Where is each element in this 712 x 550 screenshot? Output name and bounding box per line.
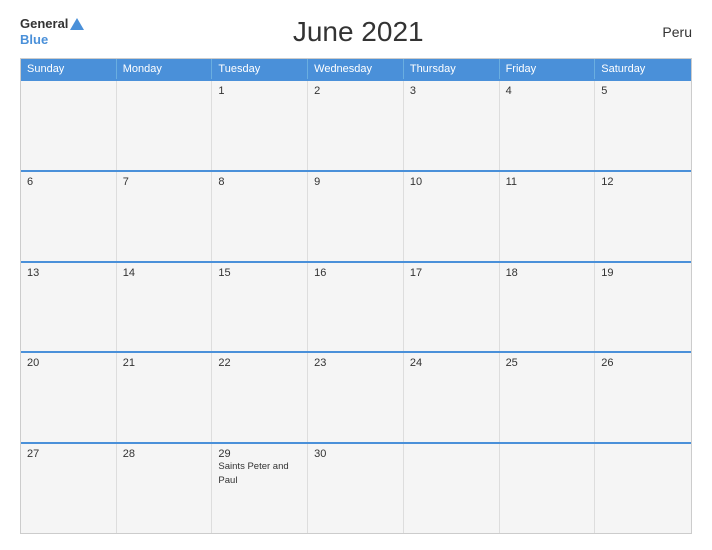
cell-2-1: 14 (117, 263, 213, 352)
logo-blue-text: Blue (20, 32, 84, 48)
cell-0-2: 1 (212, 81, 308, 170)
cell-2-5: 18 (500, 263, 596, 352)
calendar-title: June 2021 (84, 16, 632, 48)
cell-number-2-4: 17 (410, 267, 493, 279)
logo-general: General (20, 16, 84, 32)
weeks-container: 1234567891011121314151617181920212223242… (21, 79, 691, 533)
cell-number-2-6: 19 (601, 267, 685, 279)
header-saturday: Saturday (595, 59, 691, 79)
cell-3-2: 22 (212, 353, 308, 442)
cell-number-3-0: 20 (27, 357, 110, 369)
cell-number-2-0: 13 (27, 267, 110, 279)
cell-2-0: 13 (21, 263, 117, 352)
cell-4-4 (404, 444, 500, 533)
cell-0-0 (21, 81, 117, 170)
cell-number-3-3: 23 (314, 357, 397, 369)
cell-0-3: 2 (308, 81, 404, 170)
cell-4-6 (595, 444, 691, 533)
cell-2-6: 19 (595, 263, 691, 352)
cell-2-3: 16 (308, 263, 404, 352)
week-row-2: 13 14 15 16 17 18 19 (21, 261, 691, 352)
cell-number-0-4: 3 (410, 85, 493, 97)
cell-number-3-1: 21 (123, 357, 206, 369)
header-monday: Monday (117, 59, 213, 79)
cell-2-2: 15 (212, 263, 308, 352)
country-label: Peru (632, 24, 692, 40)
cell-0-1 (117, 81, 213, 170)
cell-number-1-5: 11 (506, 176, 589, 188)
cell-1-2: 8 (212, 172, 308, 261)
cell-number-0-6: 5 (601, 85, 685, 97)
cell-4-0: 27 (21, 444, 117, 533)
cell-number-1-1: 7 (123, 176, 206, 188)
week-row-0: 1 2 3 45 (21, 79, 691, 170)
logo: General Blue (20, 16, 84, 47)
cell-2-4: 17 (404, 263, 500, 352)
cell-3-5: 25 (500, 353, 596, 442)
week-row-1: 6 78 9 10 11 12 (21, 170, 691, 261)
cell-4-3: 30 (308, 444, 404, 533)
cell-number-1-2: 8 (218, 176, 301, 188)
header-friday: Friday (500, 59, 596, 79)
cell-3-6: 26 (595, 353, 691, 442)
cell-1-4: 10 (404, 172, 500, 261)
cell-number-3-5: 25 (506, 357, 589, 369)
cell-number-3-4: 24 (410, 357, 493, 369)
header-thursday: Thursday (404, 59, 500, 79)
cell-3-1: 21 (117, 353, 213, 442)
logo-triangle-icon (70, 18, 84, 30)
cell-3-3: 23 (308, 353, 404, 442)
cell-0-4: 3 (404, 81, 500, 170)
cell-number-0-2: 1 (218, 85, 301, 97)
cell-number-3-2: 22 (218, 357, 301, 369)
week-row-3: 20 21 22 23 24 25 26 (21, 351, 691, 442)
cell-3-4: 24 (404, 353, 500, 442)
header-wednesday: Wednesday (308, 59, 404, 79)
cell-number-2-5: 18 (506, 267, 589, 279)
cell-3-0: 20 (21, 353, 117, 442)
week-row-4: 27 28 29Saints Peter and Paul 30 (21, 442, 691, 533)
cell-number-4-1: 28 (123, 448, 206, 460)
cell-number-4-3: 30 (314, 448, 397, 460)
cell-0-6: 5 (595, 81, 691, 170)
cell-1-1: 7 (117, 172, 213, 261)
cell-1-0: 6 (21, 172, 117, 261)
cell-number-2-1: 14 (123, 267, 206, 279)
cell-number-3-6: 26 (601, 357, 685, 369)
cell-number-4-2: 29 (218, 448, 301, 460)
cell-4-2: 29Saints Peter and Paul (212, 444, 308, 533)
logo-general-text: General (20, 16, 68, 32)
cell-1-3: 9 (308, 172, 404, 261)
cell-number-2-3: 16 (314, 267, 397, 279)
cell-number-2-2: 15 (218, 267, 301, 279)
header-tuesday: Tuesday (212, 59, 308, 79)
cell-1-5: 11 (500, 172, 596, 261)
cell-number-1-4: 10 (410, 176, 493, 188)
cell-number-1-6: 12 (601, 176, 685, 188)
day-headers-row: Sunday Monday Tuesday Wednesday Thursday… (21, 59, 691, 79)
cell-number-1-3: 9 (314, 176, 397, 188)
cell-event-4-2: Saints Peter and Paul (218, 461, 288, 485)
cell-number-4-0: 27 (27, 448, 110, 460)
calendar-page: General Blue June 2021 Peru Sunday Monda… (0, 0, 712, 550)
header-sunday: Sunday (21, 59, 117, 79)
calendar-grid: Sunday Monday Tuesday Wednesday Thursday… (20, 58, 692, 534)
cell-number-0-3: 2 (314, 85, 397, 97)
cell-0-5: 4 (500, 81, 596, 170)
cell-number-0-5: 4 (506, 85, 589, 97)
cell-number-1-0: 6 (27, 176, 110, 188)
header: General Blue June 2021 Peru (20, 16, 692, 48)
cell-4-5 (500, 444, 596, 533)
cell-4-1: 28 (117, 444, 213, 533)
cell-1-6: 12 (595, 172, 691, 261)
